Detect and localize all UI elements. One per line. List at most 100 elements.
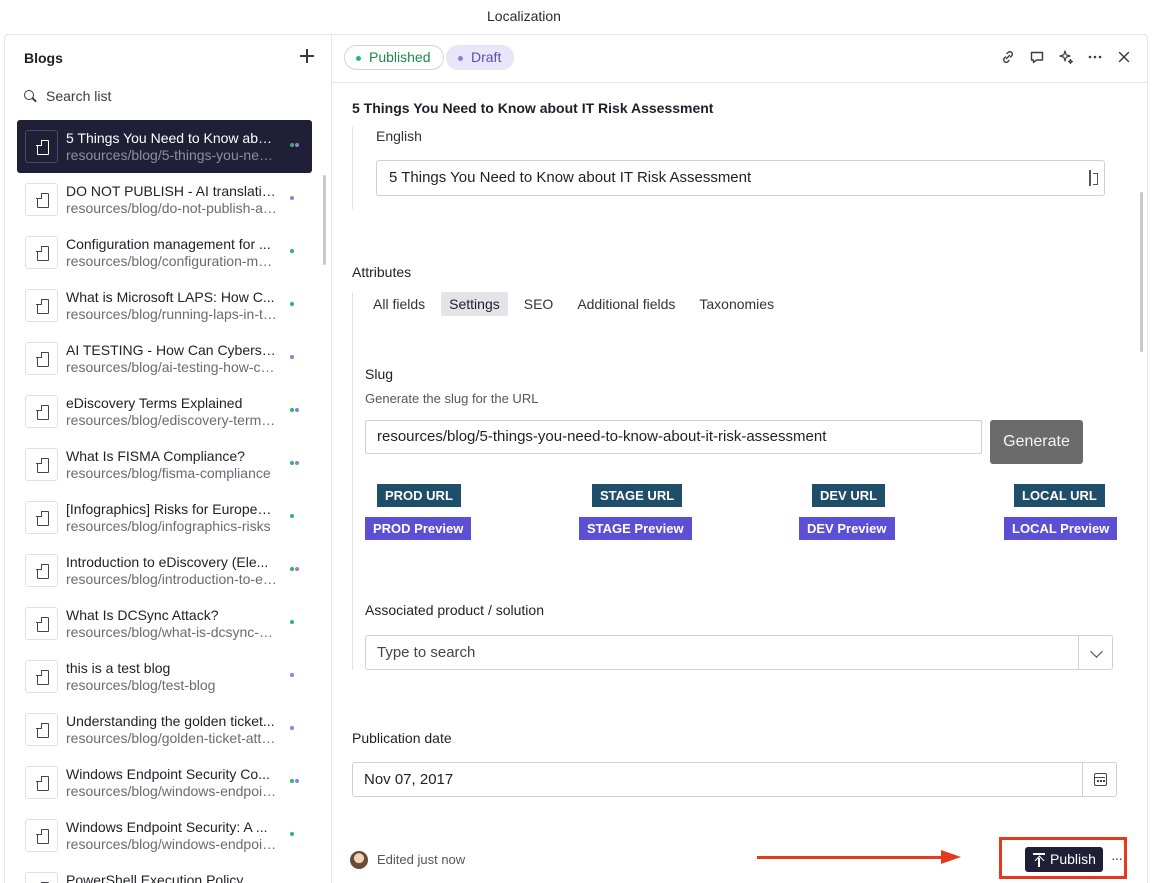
field-action-icon[interactable] xyxy=(1088,170,1100,186)
tab-seo[interactable]: SEO xyxy=(516,292,562,316)
list-item-title: What Is FISMA Compliance? xyxy=(66,447,245,464)
search-input[interactable]: Search list xyxy=(46,88,111,104)
calendar-icon[interactable] xyxy=(1094,773,1107,786)
window-title: Localization xyxy=(487,8,561,24)
add-document-icon[interactable] xyxy=(298,47,316,65)
status-dots xyxy=(290,196,294,200)
tab-taxonomies[interactable]: Taxonomies xyxy=(691,292,782,316)
list-item-title: Understanding the golden ticket... xyxy=(66,712,275,729)
list-item-slug: resources/blog/ai-testing-how-can-cyber xyxy=(66,358,278,375)
list-item[interactable]: DO NOT PUBLISH - AI translation testreso… xyxy=(17,173,312,226)
list-item-slug: resources/blog/do-not-publish-ai-transla… xyxy=(66,199,278,216)
annotation-arrow xyxy=(757,850,961,864)
publication-date-input[interactable]: Nov 07, 2017 xyxy=(352,762,1117,797)
document-icon xyxy=(25,554,58,587)
list-item[interactable]: Introduction to eDiscovery (Ele... resour… xyxy=(17,544,312,597)
list-item-title: AI TESTING - How Can Cyberse... xyxy=(66,341,278,358)
status-dots xyxy=(290,673,294,677)
document-icon xyxy=(25,766,58,799)
chevron-down-icon[interactable] xyxy=(1090,645,1103,658)
list-item[interactable]: this is a test blog resources/blog/test-b… xyxy=(17,650,312,703)
list-item-title: Windows Endpoint Security: A ... xyxy=(66,818,268,835)
document-title: 5 Things You Need to Know about IT Risk … xyxy=(352,100,714,116)
link-icon[interactable] xyxy=(999,49,1017,67)
status-dot xyxy=(295,779,299,783)
list-item[interactable]: Understanding the golden ticket... resour… xyxy=(17,703,312,756)
title-input-value: 5 Things You Need to Know about IT Risk … xyxy=(389,169,752,186)
slug-help-text: Generate the slug for the URL xyxy=(365,391,539,406)
associated-product-select[interactable]: Type to search xyxy=(365,635,1113,670)
document-icon xyxy=(25,660,58,693)
search-list[interactable]: Search list xyxy=(23,85,313,107)
editor-header: Published Draft xyxy=(332,35,1147,83)
publish-button[interactable]: Publish xyxy=(1025,847,1103,872)
document-icon xyxy=(25,501,58,534)
title-input[interactable]: 5 Things You Need to Know about IT Risk … xyxy=(376,160,1105,196)
avatar xyxy=(350,851,368,869)
field-group-divider xyxy=(352,127,353,209)
more-options-icon[interactable] xyxy=(1086,49,1104,67)
tab-settings[interactable]: Settings xyxy=(441,292,508,316)
attributes-label: Attributes xyxy=(352,264,412,280)
list-item[interactable]: Windows Endpoint Security: A ... resource… xyxy=(17,809,312,862)
local-url-button[interactable]: LOCAL URL xyxy=(1014,484,1105,507)
status-dot xyxy=(290,302,294,306)
publish-more-options[interactable]: ··· xyxy=(1111,850,1123,866)
status-dot xyxy=(295,143,299,147)
document-icon xyxy=(25,183,58,216)
status-dot xyxy=(290,408,294,412)
list-item[interactable]: PowerShell Execution Policyresources/blo… xyxy=(17,862,312,883)
list-item-slug: resources/blog/5-things-you-need-to-know… xyxy=(66,146,278,163)
stage-preview-button[interactable]: STAGE Preview xyxy=(579,517,692,540)
status-dot xyxy=(290,143,294,147)
attribute-tabs: All fields Settings SEO Additional fields Ta… xyxy=(365,292,782,316)
draft-version-tab[interactable]: Draft xyxy=(446,45,515,70)
list-item-title: 5 Things You Need to Know about IT Risk … xyxy=(66,129,278,146)
status-dots xyxy=(290,567,299,571)
comment-icon[interactable] xyxy=(1028,49,1046,67)
tab-additional-fields[interactable]: Additional fields xyxy=(569,292,683,316)
dev-preview-button[interactable]: DEV Preview xyxy=(799,517,895,540)
status-dot xyxy=(290,726,294,730)
status-dot xyxy=(290,673,294,677)
generate-button[interactable]: Generate xyxy=(990,420,1083,464)
list-item[interactable]: What is Microsoft LAPS: How C... resource… xyxy=(17,279,312,332)
list-item-slug: resources/blog/windows-endpoint-security xyxy=(66,782,278,799)
status-dot xyxy=(295,408,299,412)
prod-preview-button[interactable]: PROD Preview xyxy=(365,517,472,540)
publication-date-value: Nov 07, 2017 xyxy=(364,771,454,788)
publication-date-label: Publication date xyxy=(352,730,452,746)
language-label: English xyxy=(376,128,422,144)
list-scrollbar[interactable] xyxy=(323,175,326,265)
dev-url-button[interactable]: DEV URL xyxy=(812,484,886,507)
list-item-title: PowerShell Execution Policy xyxy=(66,871,244,883)
editor-scrollbar[interactable] xyxy=(1140,192,1143,352)
list-header: Blogs xyxy=(24,50,63,66)
list-item-slug: resources/blog/introduction-to-ediscover… xyxy=(66,570,278,587)
status-dot xyxy=(290,249,294,253)
local-preview-button[interactable]: LOCAL Preview xyxy=(1004,517,1118,540)
close-icon[interactable] xyxy=(1115,49,1133,67)
tab-all-fields[interactable]: All fields xyxy=(365,292,433,316)
list-item[interactable]: What Is DCSync Attack? resources/blog/wha… xyxy=(17,597,312,650)
status-dot xyxy=(290,779,294,783)
list-item[interactable]: What Is FISMA Compliance? resources/blog/… xyxy=(17,438,312,491)
blog-list: 5 Things You Need to Know about IT Risk … xyxy=(17,120,312,883)
ai-sparkle-icon[interactable] xyxy=(1057,49,1075,67)
prod-url-button[interactable]: PROD URL xyxy=(377,484,461,507)
list-item-title: Windows Endpoint Security Co... xyxy=(66,765,270,782)
list-item[interactable]: eDiscovery Terms Explained resources/blog… xyxy=(17,385,312,438)
document-icon xyxy=(25,342,58,375)
list-item[interactable]: 5 Things You Need to Know about IT Risk … xyxy=(17,120,312,173)
stage-url-button[interactable]: STAGE URL xyxy=(592,484,683,507)
slug-input[interactable]: resources/blog/5-things-you-need-to-know… xyxy=(365,420,982,454)
published-version-tab[interactable]: Published xyxy=(344,45,444,70)
list-item[interactable]: [Infographics] Risks for European ... res… xyxy=(17,491,312,544)
document-icon xyxy=(25,289,58,322)
status-dots xyxy=(290,461,299,465)
list-item[interactable]: AI TESTING - How Can Cyberse... resources… xyxy=(17,332,312,385)
list-item[interactable]: Windows Endpoint Security Co... resources… xyxy=(17,756,312,809)
list-item[interactable]: Configuration management for ... resource… xyxy=(17,226,312,279)
status-dot xyxy=(290,461,294,465)
status-dots xyxy=(290,514,294,518)
